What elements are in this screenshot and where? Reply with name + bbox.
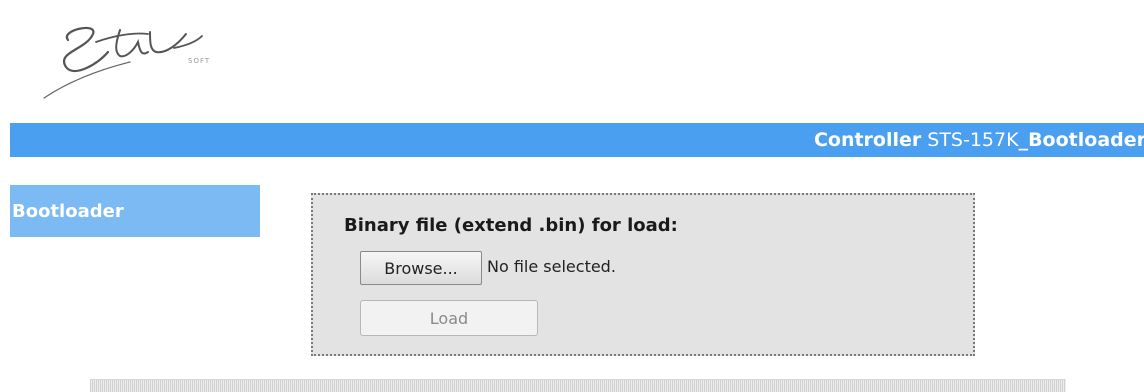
controller-name: _Bootloader xyxy=(1018,129,1144,151)
upload-panel-title: Binary file (extend .bin) for load: xyxy=(344,215,678,236)
controller-model: STS-157K xyxy=(927,129,1019,151)
load-button[interactable]: Load xyxy=(360,300,538,336)
binary-upload-panel: Binary file (extend .bin) for load: Brow… xyxy=(311,193,975,356)
controller-label: Controller xyxy=(813,129,922,151)
logo-signature xyxy=(43,26,203,99)
bottom-divider xyxy=(90,379,1066,392)
controller-header: Controller STS-157K _Bootloader xyxy=(10,123,1144,157)
sidebar-item-bootloader[interactable]: Bootloader xyxy=(10,185,260,237)
browse-button[interactable]: Browse... xyxy=(360,251,482,285)
sidebar-item-label: Bootloader xyxy=(12,200,124,222)
logo-soft-text: SOFT xyxy=(188,57,211,65)
stil-soft-logo: SOFT xyxy=(38,12,238,102)
file-status-text: No file selected. xyxy=(487,257,616,276)
